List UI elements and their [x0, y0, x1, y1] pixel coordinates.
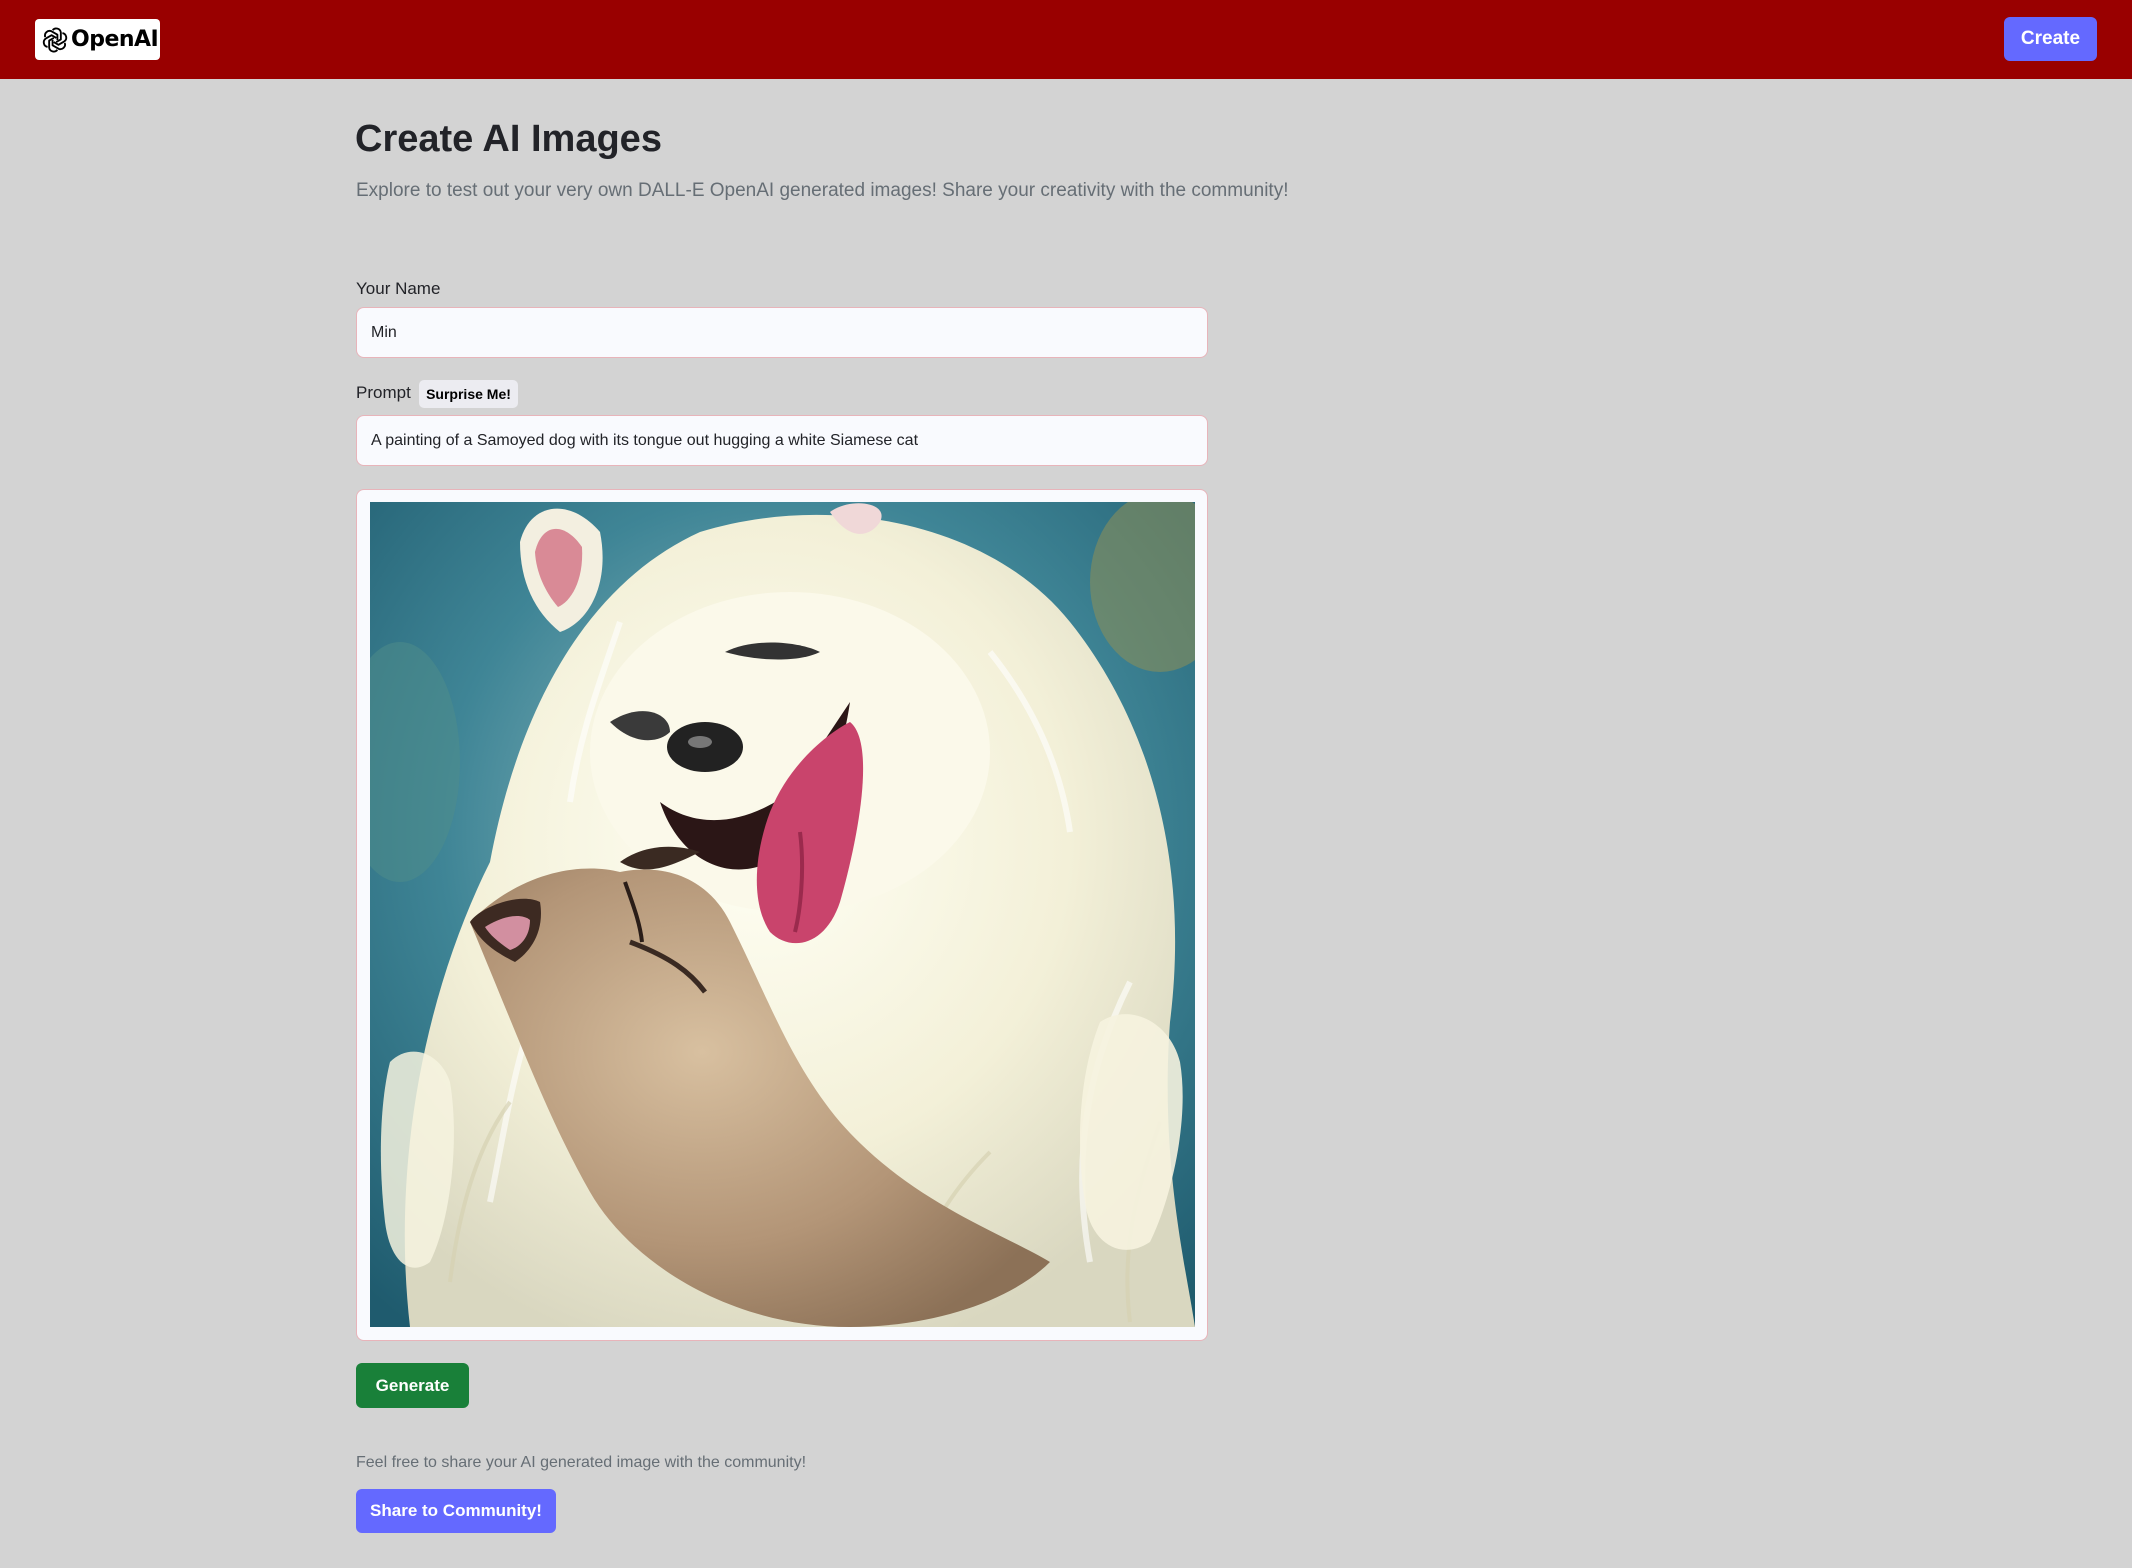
prompt-label: Prompt — [356, 383, 411, 402]
top-navbar: OpenAI Create — [0, 0, 2132, 79]
name-input[interactable] — [356, 307, 1208, 358]
openai-logo-icon — [42, 27, 68, 52]
image-preview-frame — [356, 489, 1208, 1341]
share-note: Feel free to share your AI generated ima… — [356, 1454, 807, 1471]
name-label: Your Name — [356, 279, 441, 298]
generate-button[interactable]: Generate — [356, 1363, 469, 1408]
create-button[interactable]: Create — [2004, 17, 2097, 61]
page-subtitle: Explore to test out your very own DALL-E… — [356, 180, 1289, 201]
openai-logo[interactable]: OpenAI — [35, 19, 160, 60]
generated-image — [370, 502, 1195, 1327]
surprise-me-button[interactable]: Surprise Me! — [419, 380, 518, 408]
page-title: Create AI Images — [355, 118, 662, 160]
share-to-community-button[interactable]: Share to Community! — [356, 1489, 556, 1533]
prompt-input[interactable] — [356, 415, 1208, 466]
logo-text: OpenAI — [71, 27, 159, 52]
